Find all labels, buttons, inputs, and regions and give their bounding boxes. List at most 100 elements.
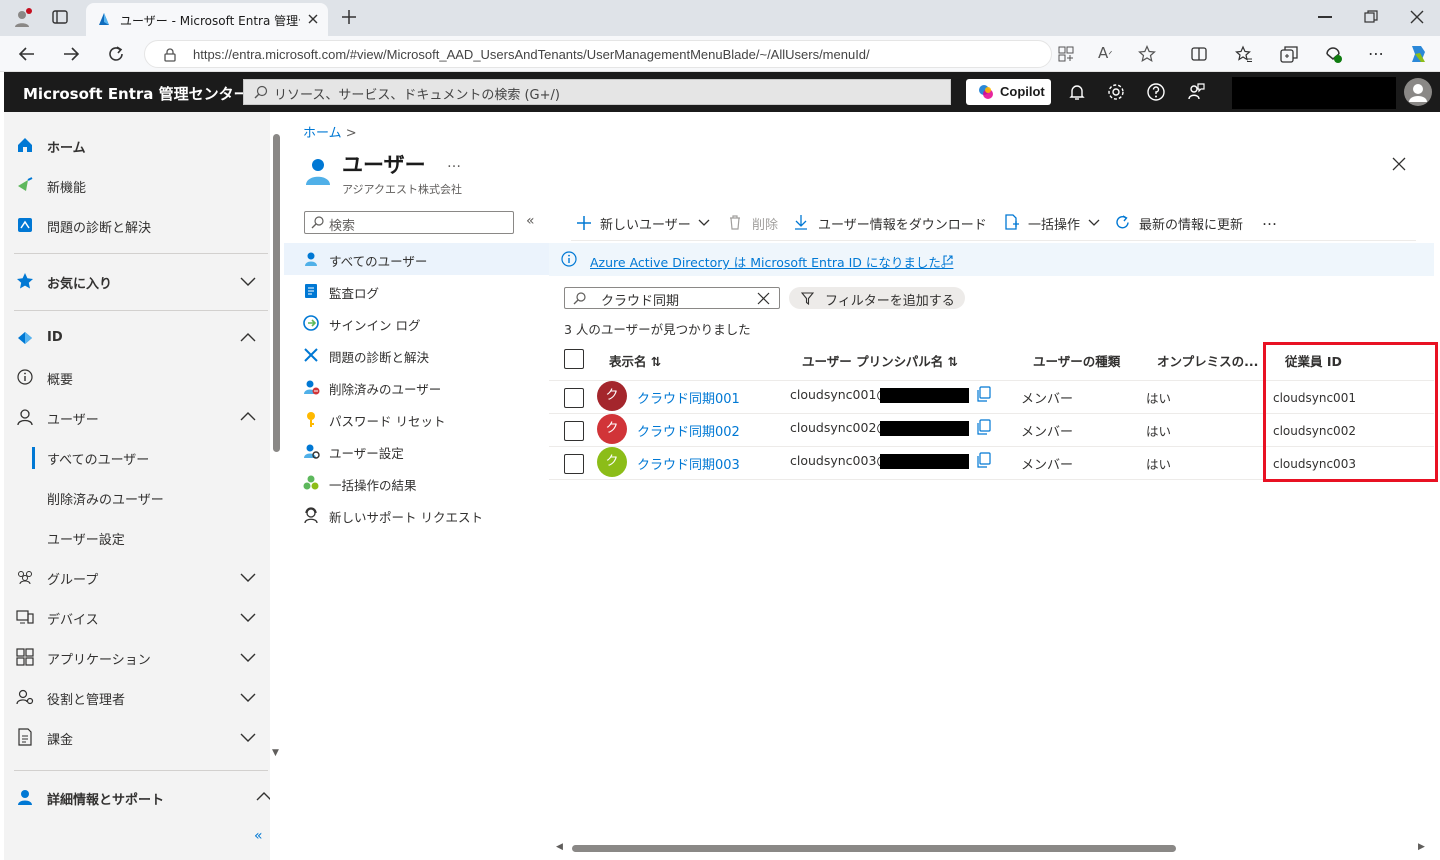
- favorite-star-icon[interactable]: [1138, 45, 1156, 63]
- bulk-operations-icon: [1004, 214, 1020, 230]
- table-scroll-thumb[interactable]: [572, 845, 1176, 852]
- blade-menu-all-users[interactable]: すべてのユーザー: [284, 243, 549, 275]
- favorites-icon[interactable]: [1235, 45, 1253, 63]
- page-more-icon[interactable]: …: [447, 155, 461, 171]
- restore-icon[interactable]: [1364, 10, 1378, 24]
- nav-whats-new[interactable]: 新機能: [4, 166, 270, 204]
- blade-menu-user-settings[interactable]: ユーザー設定: [284, 435, 549, 467]
- nav-diagnose[interactable]: 問題の診断と解決: [4, 206, 270, 244]
- forward-icon[interactable]: [62, 45, 80, 63]
- user-name-link[interactable]: クラウド同期003: [637, 454, 740, 473]
- tab-close-icon[interactable]: [306, 12, 320, 26]
- bulk-operations-button[interactable]: 一括操作: [1004, 212, 1102, 234]
- blade-menu-bulk-results[interactable]: 一括操作の結果: [284, 467, 549, 499]
- copy-icon[interactable]: [976, 386, 992, 402]
- scroll-down-arrow-icon[interactable]: ▼: [272, 748, 279, 758]
- add-filter-button[interactable]: フィルターを追加する: [789, 287, 965, 309]
- nav-overview[interactable]: 概要: [4, 358, 270, 396]
- blade-menu-audit-logs[interactable]: 監査ログ: [284, 275, 549, 307]
- minimize-icon[interactable]: [1318, 16, 1332, 18]
- nav-user-settings[interactable]: ユーザー設定: [4, 518, 270, 556]
- url-field[interactable]: https://entra.microsoft.com/#view/Micros…: [144, 40, 1052, 68]
- copilot-sidebar-icon[interactable]: [1406, 42, 1430, 66]
- user-upn: cloudsync003@: [790, 453, 889, 468]
- reload-icon[interactable]: [107, 45, 125, 63]
- nav-all-users-label: すべてのユーザー: [47, 453, 150, 468]
- settings-more-icon[interactable]: ⋯: [1368, 44, 1384, 63]
- select-all-checkbox[interactable]: [564, 349, 584, 369]
- column-header-user-type[interactable]: ユーザーの種類: [1033, 351, 1120, 370]
- nav-applications[interactable]: アプリケーション: [4, 638, 270, 676]
- blade-menu-signin-logs[interactable]: サインイン ログ: [284, 307, 549, 339]
- nav-learn-support[interactable]: 詳細情報とサポート: [4, 778, 272, 816]
- copy-icon[interactable]: [976, 452, 992, 468]
- clear-search-icon[interactable]: [757, 292, 770, 305]
- collapse-nav-icon[interactable]: «: [254, 828, 263, 844]
- account-avatar[interactable]: [1404, 78, 1432, 106]
- user-name-link[interactable]: クラウド同期002: [637, 421, 740, 440]
- nav-billing[interactable]: 課金: [4, 718, 270, 756]
- breadcrumb-home[interactable]: ホーム: [303, 126, 342, 141]
- nav-home[interactable]: ホーム: [4, 126, 270, 164]
- nav-favorites[interactable]: お気に入り: [4, 262, 270, 300]
- blade-menu-label: 削除済みのユーザー: [329, 382, 442, 397]
- portal-brand[interactable]: Microsoft Entra 管理センター: [23, 83, 249, 104]
- delete-button[interactable]: 削除: [728, 212, 780, 234]
- global-search-input[interactable]: リソース、サービス、ドキュメントの検索 (G+/): [243, 79, 951, 105]
- column-header-on-premises[interactable]: オンプレミスの...: [1157, 351, 1258, 370]
- scroll-left-arrow-icon[interactable]: ◀: [556, 842, 563, 852]
- toolbar-more-icon[interactable]: …: [1262, 211, 1277, 229]
- on-premises-sync: はい: [1146, 391, 1172, 406]
- browser-tab[interactable]: ユーザー - Microsoft Entra 管理センター: [86, 3, 328, 36]
- scroll-right-arrow-icon[interactable]: ▶: [1418, 842, 1425, 852]
- external-link-icon[interactable]: [942, 254, 954, 266]
- blade-menu-diagnose[interactable]: 問題の診断と解決: [284, 339, 549, 371]
- column-header-upn[interactable]: ユーザー プリンシパル名 ⇅: [802, 351, 958, 370]
- blade-menu-deleted-users[interactable]: 削除済みのユーザー: [284, 371, 549, 403]
- column-header-display-name[interactable]: 表示名 ⇅: [609, 351, 661, 370]
- settings-gear-icon[interactable]: [1106, 82, 1126, 102]
- help-icon[interactable]: [1146, 82, 1166, 102]
- nav-identity[interactable]: ID: [4, 319, 270, 357]
- profile-icon[interactable]: [12, 8, 32, 28]
- read-aloud-icon[interactable]: Aᐟ: [1098, 44, 1113, 62]
- nav-all-users[interactable]: すべてのユーザー: [4, 438, 270, 476]
- refresh-button[interactable]: 最新の情報に更新: [1114, 212, 1248, 234]
- new-tab-icon[interactable]: [341, 9, 357, 25]
- feedback-icon[interactable]: [1186, 82, 1206, 102]
- nav-devices[interactable]: デバイス: [4, 598, 270, 636]
- user-name-link[interactable]: クラウド同期001: [637, 388, 740, 407]
- user-search-input[interactable]: クラウド同期: [564, 287, 780, 309]
- left-navigation: ホーム 新機能 問題の診断と解決 お気に入り ID 概要 ユーザー すべてのユー…: [4, 112, 272, 860]
- blade-menu-password-reset[interactable]: パスワード リセット: [284, 403, 549, 435]
- copilot-button[interactable]: Copilot: [966, 79, 1051, 105]
- lock-icon[interactable]: [163, 48, 177, 62]
- blade-menu-search-input[interactable]: 検索: [304, 211, 514, 234]
- close-blade-icon[interactable]: [1390, 155, 1408, 173]
- notifications-bell-icon[interactable]: [1067, 82, 1087, 102]
- app-available-icon[interactable]: [1058, 46, 1074, 62]
- account-info-redacted[interactable]: [1232, 77, 1396, 109]
- blade-menu-new-support-request[interactable]: 新しいサポート リクエスト: [284, 499, 549, 531]
- row-checkbox[interactable]: [564, 454, 584, 474]
- back-icon[interactable]: [18, 45, 36, 63]
- row-checkbox[interactable]: [564, 421, 584, 441]
- copy-icon[interactable]: [976, 419, 992, 435]
- row-checkbox[interactable]: [564, 388, 584, 408]
- download-users-button[interactable]: ユーザー情報をダウンロード: [794, 212, 990, 234]
- nav-users[interactable]: ユーザー: [4, 398, 270, 436]
- split-screen-icon[interactable]: [1191, 46, 1207, 62]
- nav-roles[interactable]: 役割と管理者: [4, 678, 270, 716]
- chevron-up-icon: [240, 410, 256, 424]
- collections-icon[interactable]: [1280, 45, 1298, 63]
- new-user-button[interactable]: 新しいユーザー: [576, 212, 712, 234]
- left-nav-scroll-thumb[interactable]: [273, 134, 280, 452]
- window-close-icon[interactable]: [1410, 10, 1424, 24]
- nav-deleted-users[interactable]: 削除済みのユーザー: [4, 478, 270, 516]
- breadcrumb[interactable]: ホーム >: [303, 122, 357, 141]
- banner-link[interactable]: Azure Active Directory は Microsoft Entra…: [590, 252, 953, 271]
- nav-groups[interactable]: グループ: [4, 558, 270, 596]
- browser-essentials-icon[interactable]: [1323, 44, 1343, 64]
- tab-actions-icon[interactable]: [52, 10, 68, 24]
- collapse-menu-icon[interactable]: «: [526, 213, 535, 229]
